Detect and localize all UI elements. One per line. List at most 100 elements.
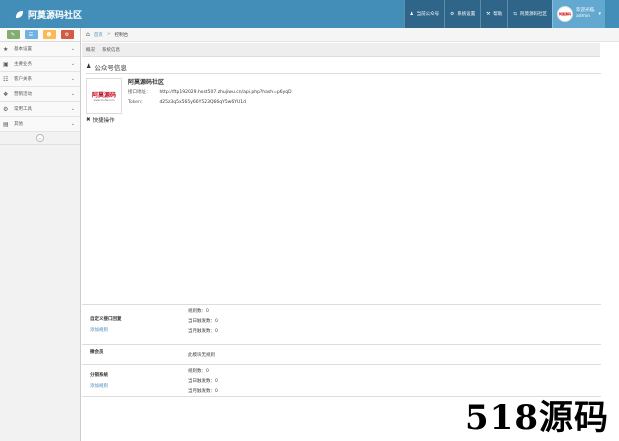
sitemap-icon: ☷: [3, 76, 9, 83]
account-details: 阿莫源码社区 接口地址： http://ftp192029.host507.zh…: [128, 78, 292, 114]
logo-url: www.2cn3w.com: [93, 99, 115, 102]
nav-switch-account[interactable]: ⇆ 阿莫源码社区: [507, 0, 553, 28]
chevron-down-icon: ⌄: [70, 121, 75, 127]
avatar-text: 阿莫源码: [559, 12, 572, 16]
quick-actions[interactable]: ✖ 快捷操作: [86, 116, 601, 124]
nav-system-settings-label: 系统设置: [457, 12, 476, 17]
sidebar-menu: ★ 基本设置 ⌄ ▣ 主要业务 ⌄ ☷ 客户关系 ⌄ ❖ 营销活动 ⌄ ⚙ 常用…: [0, 42, 80, 132]
stat-member: 微会员 此模块无规则: [82, 344, 601, 364]
account-section-title: ♟ 公众号信息: [86, 60, 601, 74]
caret-down-icon: ▾: [598, 11, 601, 17]
stat-rule-count: 规则数：0: [188, 309, 209, 314]
tab-overview[interactable]: 概况: [86, 47, 95, 53]
stat-month-count: 当月触发数：0: [188, 329, 218, 334]
breadcrumb-home[interactable]: 首页: [94, 32, 103, 38]
logo-text: 阿莫源码: [91, 92, 116, 99]
top-navbar: 阿莫源码社区 ♟ 当前公众号 ⚙ 系统设置 ⚒ 帮助 ⇆ 阿莫源码社区 阿莫源码…: [0, 0, 619, 28]
user-menu[interactable]: 阿莫源码 欢迎光临, admin ▾: [552, 0, 605, 28]
close-icon: ✖: [86, 117, 91, 123]
stat-today-count: 当日触发数：0: [188, 379, 218, 384]
nav-switch-account-label: 阿莫源码社区: [520, 12, 548, 17]
sidebar-item-marketing[interactable]: ❖ 营销活动 ⌄: [0, 87, 80, 102]
stat-values: 规则数：0 当日触发数：0 当月触发数：0: [188, 365, 218, 396]
stat-left: 自定义接口回复 添加规则: [82, 305, 188, 344]
account-name: 阿莫源码社区: [128, 79, 165, 86]
sidebar-item-label: 基本设置: [14, 47, 32, 52]
leaf-icon: [15, 10, 24, 19]
stat-left: 微会员: [82, 345, 188, 364]
top-nav: ♟ 当前公众号 ⚙ 系统设置 ⚒ 帮助 ⇆ 阿莫源码社区 阿莫源码 欢迎光临, …: [403, 0, 605, 28]
chevron-down-icon: ⌄: [70, 76, 75, 82]
pencil-icon[interactable]: ✎: [6, 30, 20, 39]
nav-system-settings[interactable]: ⚙ 系统设置: [444, 0, 481, 28]
cog-icon: ⚙: [3, 106, 9, 113]
group-icon[interactable]: ☻: [42, 30, 56, 39]
quick-actions-label: 快捷操作: [92, 118, 115, 124]
account-logo: 阿莫源码 www.2cn3w.com: [86, 78, 122, 114]
sidebar-item-label: 客户关系: [14, 77, 32, 82]
main-content: ♟ 公众号信息 阿莫源码 www.2cn3w.com 阿莫源码社区 接口地址： …: [86, 60, 601, 124]
brand[interactable]: 阿莫源码社区: [15, 8, 82, 21]
user-icon: ♟: [409, 11, 414, 17]
cog-icon: ⚙: [450, 11, 455, 17]
star-icon: ★: [3, 46, 9, 53]
sidebar-item-label: 营销活动: [14, 92, 32, 97]
sidebar-item-tools[interactable]: ⚙ 常用工具 ⌄: [0, 102, 80, 117]
sidebar-item-other[interactable]: ▤ 其他 ⌄: [0, 117, 80, 132]
briefcase-icon: ▣: [3, 61, 9, 68]
stat-title: 分销系统: [90, 373, 108, 378]
chevron-down-icon: ⌄: [70, 46, 75, 52]
breadcrumb: ⌂ 首页 > 控制台: [82, 28, 619, 42]
stat-left: 分销系统 添加规则: [82, 365, 188, 396]
content-tabs: 概况 系统信息: [82, 43, 600, 57]
nav-help[interactable]: ⚒ 帮助: [480, 0, 508, 28]
sidebar-item-label: 常用工具: [14, 107, 32, 112]
user-icon: ♟: [86, 63, 92, 70]
stat-values: 此模块无规则: [188, 345, 215, 364]
stat-no-rule: 此模块无规则: [188, 352, 215, 358]
stat-month-count: 当月触发数：0: [188, 389, 218, 394]
stat-rule-count: 规则数：0: [188, 369, 209, 374]
tab-system-info[interactable]: 系统信息: [102, 47, 120, 53]
double-angle-left-icon[interactable]: «: [36, 134, 44, 142]
api-row: 接口地址： http://ftp192029.host507.zhujiwu.c…: [128, 88, 292, 98]
stat-custom-reply: 自定义接口回复 添加规则 规则数：0 当日触发数：0 当月触发数：0: [82, 304, 601, 344]
token-row: Token： d25z3q5x565y66Y523Q66qY5w6YU1d: [128, 98, 292, 108]
account-info: 阿莫源码 www.2cn3w.com 阿莫源码社区 接口地址： http://f…: [86, 78, 601, 114]
sidebar-item-main-business[interactable]: ▣ 主要业务 ⌄: [0, 57, 80, 72]
cogs-icon[interactable]: ⚙: [60, 30, 74, 39]
sidebar-item-customer-relations[interactable]: ☷ 客户关系 ⌄: [0, 72, 80, 87]
breadcrumb-separator: >: [106, 32, 111, 37]
stat-title: 自定义接口回复: [90, 317, 122, 322]
user-info: 欢迎光临, admin: [576, 8, 595, 20]
stat-values: 规则数：0 当日触发数：0 当月触发数：0: [188, 305, 218, 344]
brand-name: 阿莫源码社区: [28, 11, 83, 21]
gift-icon: ❖: [3, 91, 9, 98]
nav-current-account[interactable]: ♟ 当前公众号: [403, 0, 445, 28]
watermark: 518源码: [465, 398, 609, 438]
home-icon: ⌂: [86, 31, 90, 38]
api-value: http://ftp192029.host507.zhujiwu.cn/api.…: [159, 90, 292, 95]
sidebar-item-label: 其他: [14, 122, 23, 127]
chevron-down-icon: ⌄: [70, 91, 75, 97]
sidebar-item-basic-settings[interactable]: ★ 基本设置 ⌄: [0, 42, 80, 57]
list-icon[interactable]: ☰: [24, 30, 38, 39]
account-section-title-text: 公众号信息: [94, 63, 127, 72]
stat-title: 微会员: [90, 349, 104, 355]
breadcrumb-current: 控制台: [114, 32, 129, 38]
folder-icon: ▤: [3, 121, 9, 128]
add-rule-link[interactable]: 添加规则: [90, 327, 180, 333]
sidebar: ✎ ☰ ☻ ⚙ ★ 基本设置 ⌄ ▣ 主要业务 ⌄ ☷ 客户关系 ⌄ ❖ 营销活…: [0, 28, 81, 441]
add-rule-link[interactable]: 添加规则: [90, 383, 180, 389]
user-name: admin: [576, 14, 591, 19]
stat-today-count: 当日触发数：0: [188, 319, 218, 324]
sidebar-collapse: «: [0, 132, 80, 145]
nav-current-account-label: 当前公众号: [416, 12, 440, 17]
sidebar-item-label: 主要业务: [14, 62, 32, 67]
api-label: 接口地址：: [128, 90, 151, 95]
chevron-down-icon: ⌄: [70, 106, 75, 112]
token-value: d25z3q5x565y66Y523Q66qY5w6YU1d: [159, 100, 246, 105]
avatar: 阿莫源码: [557, 6, 574, 22]
exchange-icon: ⇆: [513, 11, 518, 17]
stats-panel: 自定义接口回复 添加规则 规则数：0 当日触发数：0 当月触发数：0 微会员 此…: [82, 304, 601, 397]
